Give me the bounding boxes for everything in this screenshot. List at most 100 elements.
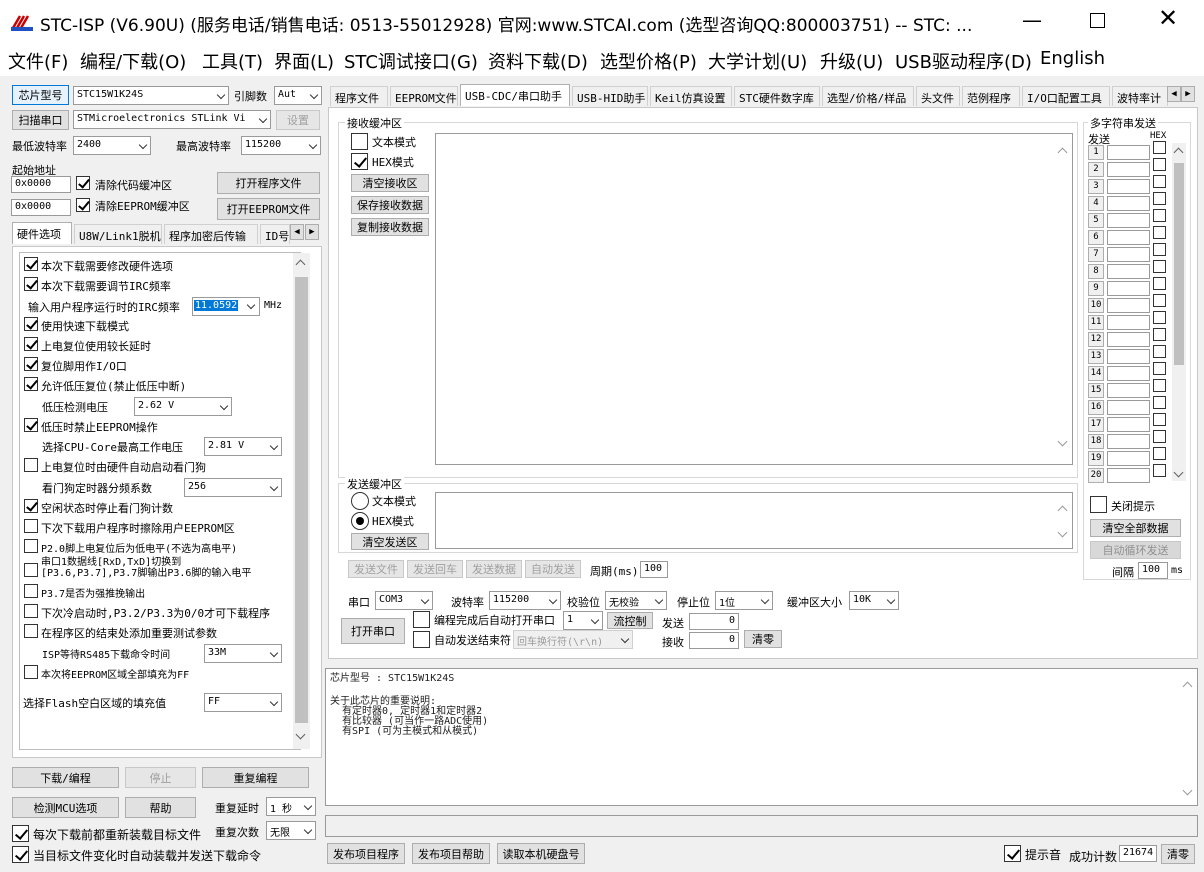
multi-send-row-hex-checkbox[interactable] — [1153, 311, 1166, 324]
multi-send-row-button[interactable]: 20 — [1088, 468, 1104, 483]
multi-send-row-input[interactable] — [1107, 417, 1150, 432]
menu-university[interactable]: 大学计划(U) — [708, 48, 807, 74]
multi-send-row-button[interactable]: 17 — [1088, 417, 1104, 432]
option-checkbox[interactable] — [24, 499, 38, 513]
interval-input[interactable]: 100 — [1138, 562, 1168, 579]
multi-send-row-hex-checkbox[interactable] — [1153, 175, 1166, 188]
flash-fill-select[interactable]: FF — [204, 693, 282, 712]
cpu-voltage-select[interactable]: 2.81 V — [204, 437, 282, 456]
scroll-up-icon[interactable] — [1057, 505, 1068, 516]
option-checkbox[interactable] — [24, 317, 38, 331]
watchdog-divider-select[interactable]: 256 — [184, 478, 282, 497]
multi-send-row-button[interactable]: 16 — [1088, 400, 1104, 415]
clear-eeprom-buffer-checkbox[interactable] — [76, 198, 90, 212]
baud-select[interactable]: 115200 — [489, 591, 561, 610]
end-char-select[interactable]: 回车换行符(\r\n) — [513, 630, 633, 649]
clear-send-button[interactable]: 清空发送区 — [351, 533, 429, 550]
auto-reload-checkbox[interactable] — [12, 846, 29, 863]
option-checkbox[interactable] — [24, 519, 38, 533]
multi-send-row-input[interactable] — [1107, 162, 1150, 177]
option-checkbox[interactable] — [24, 584, 38, 598]
multi-send-row-button[interactable]: 7 — [1088, 247, 1104, 262]
auto-open-port-select[interactable]: 1 — [563, 611, 603, 630]
tab-scroll-left-icon[interactable]: ◀ — [1167, 86, 1181, 102]
multi-send-row-hex-checkbox[interactable] — [1153, 209, 1166, 222]
options-scrollbar[interactable] — [293, 253, 310, 749]
code-address-input[interactable]: 0x0000 — [11, 176, 71, 193]
option-checkbox[interactable] — [24, 337, 38, 351]
tab-scroll-right-icon[interactable]: ▶ — [305, 224, 319, 240]
tab-usb-hid[interactable]: USB-HID助手 — [572, 86, 648, 106]
scroll-up-icon[interactable] — [1173, 147, 1184, 158]
scroll-thumb[interactable] — [295, 277, 308, 723]
eeprom-address-input[interactable]: 0x0000 — [11, 199, 71, 216]
menu-downloads[interactable]: 资料下载(D) — [488, 48, 588, 74]
multi-send-row-hex-checkbox[interactable] — [1153, 192, 1166, 205]
minimize-button[interactable]: — — [1022, 8, 1042, 32]
settings-button[interactable]: 设置 — [276, 110, 320, 130]
port-select[interactable]: STMicroelectronics STLink Vi — [73, 110, 271, 129]
copy-receive-button[interactable]: 复制接收数据 — [351, 218, 429, 236]
tab-id-number[interactable]: ID号 — [260, 224, 290, 244]
menu-file[interactable]: 文件(F) — [8, 48, 68, 74]
send-enter-button[interactable]: 发送回车 — [407, 560, 463, 578]
option-checkbox[interactable] — [24, 377, 38, 391]
multi-send-row-button[interactable]: 4 — [1088, 196, 1104, 211]
tab-examples[interactable]: 范例程序 — [962, 86, 1020, 106]
multi-send-row-hex-checkbox[interactable] — [1153, 328, 1166, 341]
multi-send-row-button[interactable]: 19 — [1088, 451, 1104, 466]
buffer-size-select[interactable]: 10K — [849, 591, 899, 610]
menu-debug-interface[interactable]: STC调试接口(G) — [344, 48, 478, 74]
menu-tools[interactable]: 工具(T) — [202, 48, 263, 74]
send-textarea[interactable] — [435, 492, 1073, 549]
repeat-delay-select[interactable]: 1 秒 — [266, 797, 316, 816]
multi-send-row-hex-checkbox[interactable] — [1153, 379, 1166, 392]
multi-send-row-hex-checkbox[interactable] — [1153, 226, 1166, 239]
multi-string-scrollbar[interactable] — [1172, 143, 1186, 481]
tab-hardware-library[interactable]: STC硬件数字库 — [734, 86, 820, 106]
multi-send-row-input[interactable] — [1107, 451, 1150, 466]
clear-all-data-button[interactable]: 清空全部数据 — [1090, 519, 1181, 537]
tab-io-config[interactable]: I/O口配置工具 — [1022, 86, 1110, 106]
multi-send-row-input[interactable] — [1107, 298, 1150, 313]
multi-send-row-hex-checkbox[interactable] — [1153, 396, 1166, 409]
multi-send-row-input[interactable] — [1107, 247, 1150, 262]
tab-header-files[interactable]: 头文件 — [916, 86, 960, 106]
option-checkbox[interactable] — [24, 277, 38, 291]
multi-send-row-hex-checkbox[interactable] — [1153, 430, 1166, 443]
tab-serial-assistant[interactable]: USB-CDC/串口助手 — [460, 84, 570, 106]
multi-send-row-hex-checkbox[interactable] — [1153, 158, 1166, 171]
stop-bits-select[interactable]: 1位 — [715, 591, 773, 610]
multi-send-row-hex-checkbox[interactable] — [1153, 294, 1166, 307]
max-baud-select[interactable]: 115200 — [241, 136, 321, 155]
open-port-button[interactable]: 打开串口 — [341, 618, 405, 644]
beep-checkbox[interactable] — [1004, 845, 1021, 862]
tab-eeprom-file[interactable]: EEPROM文件 — [390, 86, 458, 106]
chip-model-button[interactable]: 芯片型号 — [12, 85, 69, 105]
multi-send-row-button[interactable]: 8 — [1088, 264, 1104, 279]
receive-scrollbar[interactable] — [1055, 134, 1072, 464]
isp-wait-select[interactable]: 33M — [204, 644, 282, 663]
open-program-file-button[interactable]: 打开程序文件 — [217, 172, 320, 194]
scroll-down-icon[interactable] — [1057, 527, 1068, 538]
recv-text-mode-checkbox[interactable] — [351, 133, 368, 150]
scroll-up-icon[interactable] — [295, 259, 306, 270]
multi-send-row-input[interactable] — [1107, 230, 1150, 245]
close-tip-checkbox[interactable] — [1090, 496, 1107, 513]
scroll-down-icon[interactable] — [1182, 785, 1193, 796]
multi-send-row-hex-checkbox[interactable] — [1153, 413, 1166, 426]
flow-control-button[interactable]: 流控制 — [607, 612, 653, 629]
option-checkbox[interactable] — [24, 665, 38, 679]
maximize-button[interactable] — [1090, 13, 1105, 28]
multi-send-row-button[interactable]: 5 — [1088, 213, 1104, 228]
multi-send-row-input[interactable] — [1107, 213, 1150, 228]
repeat-program-button[interactable]: 重复编程 — [202, 767, 309, 788]
menu-interface[interactable]: 界面(L) — [274, 48, 334, 74]
option-checkbox[interactable] — [24, 458, 38, 472]
download-program-button[interactable]: 下载/编程 — [12, 767, 119, 788]
clear-count-button[interactable]: 清零 — [744, 630, 782, 648]
multi-send-row-button[interactable]: 10 — [1088, 298, 1104, 313]
send-scrollbar[interactable] — [1055, 493, 1072, 548]
period-input[interactable]: 100 — [640, 561, 668, 578]
publish-help-button[interactable]: 发布项目帮助 — [412, 843, 490, 864]
